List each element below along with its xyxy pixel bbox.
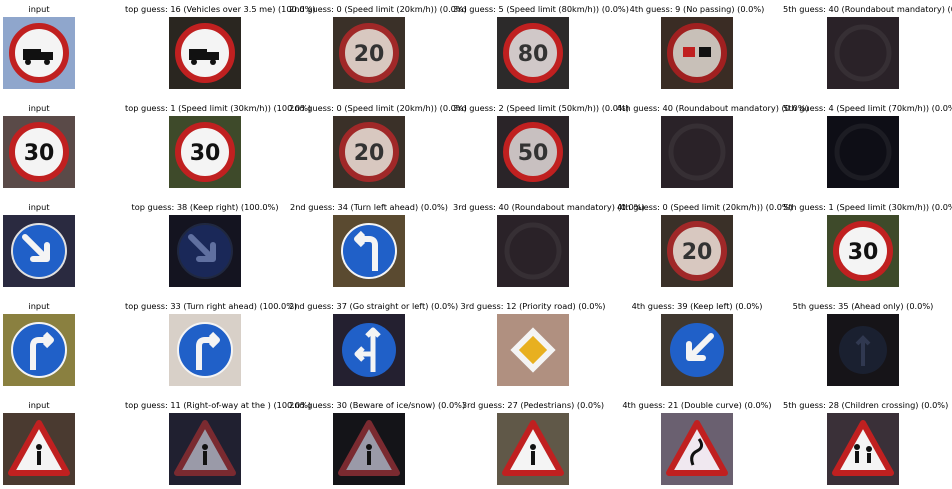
guess-panel: top guess: 16 (Vehicles over 3.5 me) (10… <box>125 4 316 90</box>
keep-left-sign-image <box>661 314 733 386</box>
guess-panel: 5th guess: 35 (Ahead only) (0.0%) <box>783 301 943 387</box>
guess-title: 4th guess: 9 (No passing) (0.0%) <box>629 4 765 14</box>
keep-right-sign-image <box>3 215 75 287</box>
speed-20-sign-image: 20 <box>333 116 405 188</box>
guess-panel: 3rd guess: 2 (Speed limit (50km/h)) (0.0… <box>453 103 629 189</box>
input-title: input <box>28 400 50 410</box>
input-title: input <box>28 4 50 14</box>
guess-panel: 5th guess: 4 (Speed limit (70km/h)) (0.0… <box>783 103 952 189</box>
warning-dark-sign-image <box>169 413 241 485</box>
guess-title: 5th guess: 1 (Speed limit (30km/h)) (0.0… <box>783 202 952 212</box>
svg-text:20: 20 <box>354 42 385 67</box>
dim-sign-image <box>827 17 899 89</box>
warning-dark-sign-image <box>333 413 405 485</box>
input-title: input <box>28 202 50 212</box>
guess-title: 2nd guess: 0 (Speed limit (20km/h)) (0.0… <box>289 4 467 14</box>
svg-text:80: 80 <box>518 42 549 67</box>
guess-panel: 4th guess: 0 (Speed limit (20km/h)) (0.0… <box>617 202 793 288</box>
keep-right-dark-sign-image <box>169 215 241 287</box>
input-panel: input <box>0 301 119 387</box>
guess-title: top guess: 11 (Right-of-way at the ) (10… <box>125 400 312 410</box>
guess-panel: top guess: 1 (Speed limit (30km/h)) (100… <box>125 103 312 189</box>
guess-panel: 4th guess: 21 (Double curve) (0.0%) <box>617 400 777 486</box>
dim-sign-image <box>661 116 733 188</box>
guess-panel: 3rd guess: 5 (Speed limit (80km/h)) (0.0… <box>453 4 629 90</box>
guess-panel: 2nd guess: 30 (Beware of ice/snow) (0.0%… <box>289 400 466 486</box>
svg-text:50: 50 <box>518 141 549 166</box>
guess-title: top guess: 38 (Keep right) (100.0%) <box>131 202 279 212</box>
guess-title: 2nd guess: 30 (Beware of ice/snow) (0.0%… <box>289 400 466 410</box>
warning-ped-sign-image <box>497 413 569 485</box>
guess-title: 3rd guess: 40 (Roundabout mandatory) (0.… <box>453 202 645 212</box>
svg-text:30: 30 <box>848 240 879 265</box>
guess-title: 5th guess: 40 (Roundabout mandatory) (0.… <box>783 4 952 14</box>
guess-panel: 3rd guess: 12 (Priority road) (0.0%) <box>453 301 613 387</box>
svg-text:20: 20 <box>354 141 385 166</box>
guess-panel: 3rd guess: 27 (Pedestrians) (0.0%) <box>453 400 613 486</box>
dim-sign-image <box>497 215 569 287</box>
speed-30-sign-image: 30 <box>827 215 899 287</box>
guess-title: 2nd guess: 34 (Turn left ahead) (0.0%) <box>290 202 448 212</box>
input-panel: input <box>0 202 119 288</box>
guess-panel: 4th guess: 39 (Keep left) (0.0%) <box>617 301 777 387</box>
guess-panel: 2nd guess: 34 (Turn left ahead) (0.0%) <box>289 202 449 288</box>
warning-children-sign-image <box>827 413 899 485</box>
guess-panel: top guess: 11 (Right-of-way at the ) (10… <box>125 400 312 486</box>
guess-panel: 4th guess: 40 (Roundabout mandatory) (0.… <box>617 103 809 189</box>
guess-panel: 5th guess: 1 (Speed limit (30km/h)) (0.0… <box>783 202 952 288</box>
guess-panel: 4th guess: 9 (No passing) (0.0%) <box>617 4 777 90</box>
straight-left-sign-image <box>333 314 405 386</box>
no-trucks-sign-image <box>169 17 241 89</box>
guess-title: 3rd guess: 27 (Pedestrians) (0.0%) <box>461 400 605 410</box>
no-passing-sign-image <box>661 17 733 89</box>
guess-panel: top guess: 38 (Keep right) (100.0%) <box>125 202 285 288</box>
priority-sign-image <box>497 314 569 386</box>
guess-title: 2nd guess: 37 (Go straight or left) (0.0… <box>289 301 459 311</box>
guess-panel: 2nd guess: 37 (Go straight or left) (0.0… <box>289 301 459 387</box>
guess-panel: 5th guess: 28 (Children crossing) (0.0%) <box>783 400 949 486</box>
guess-title: top guess: 1 (Speed limit (30km/h)) (100… <box>125 103 312 113</box>
dim-sign-image <box>827 116 899 188</box>
guess-panel: 2nd guess: 0 (Speed limit (20km/h)) (0.0… <box>289 4 467 90</box>
guess-title: 4th guess: 0 (Speed limit (20km/h)) (0.0… <box>617 202 793 212</box>
guess-title: 2nd guess: 0 (Speed limit (20km/h)) (0.0… <box>289 103 467 113</box>
guess-panel: 5th guess: 40 (Roundabout mandatory) (0.… <box>783 4 952 90</box>
turn-left-sign-image <box>333 215 405 287</box>
no-trucks-sign-image <box>3 17 75 89</box>
speed-30-sign-image: 30 <box>169 116 241 188</box>
svg-text:30: 30 <box>190 141 221 166</box>
guess-title: 5th guess: 35 (Ahead only) (0.0%) <box>792 301 934 311</box>
input-title: input <box>28 103 50 113</box>
guess-title: 4th guess: 40 (Roundabout mandatory) (0.… <box>617 103 809 113</box>
svg-text:20: 20 <box>682 240 713 265</box>
guess-panel: top guess: 33 (Turn right ahead) (100.0%… <box>125 301 298 387</box>
input-panel: input <box>0 4 119 90</box>
input-panel: input <box>0 400 119 486</box>
guess-title: 4th guess: 21 (Double curve) (0.0%) <box>622 400 772 410</box>
speed-20-sign-image: 20 <box>661 215 733 287</box>
guess-title: 3rd guess: 12 (Priority road) (0.0%) <box>460 301 606 311</box>
turn-right-sign-image <box>3 314 75 386</box>
input-panel: input 30 <box>0 103 119 189</box>
speed-80-sign-image: 80 <box>497 17 569 89</box>
guess-title: 3rd guess: 2 (Speed limit (50km/h)) (0.0… <box>453 103 629 113</box>
guess-title: top guess: 33 (Turn right ahead) (100.0%… <box>125 301 298 311</box>
guess-title: 5th guess: 28 (Children crossing) (0.0%) <box>783 400 949 410</box>
guess-title: 4th guess: 39 (Keep left) (0.0%) <box>631 301 763 311</box>
guess-title: top guess: 16 (Vehicles over 3.5 me) (10… <box>125 4 316 14</box>
guess-panel: 3rd guess: 40 (Roundabout mandatory) (0.… <box>453 202 645 288</box>
input-title: input <box>28 301 50 311</box>
svg-text:30: 30 <box>24 141 55 166</box>
speed-20-sign-image: 20 <box>333 17 405 89</box>
turn-right-sign-image <box>169 314 241 386</box>
speed-30-sign-image: 30 <box>3 116 75 188</box>
ahead-dark-sign-image <box>827 314 899 386</box>
warning-bright-sign-image <box>661 413 733 485</box>
guess-title: 3rd guess: 5 (Speed limit (80km/h)) (0.0… <box>453 4 629 14</box>
warning-figure-sign-image <box>3 413 75 485</box>
guess-title: 5th guess: 4 (Speed limit (70km/h)) (0.0… <box>783 103 952 113</box>
guess-panel: 2nd guess: 0 (Speed limit (20km/h)) (0.0… <box>289 103 467 189</box>
speed-50-sign-image: 50 <box>497 116 569 188</box>
